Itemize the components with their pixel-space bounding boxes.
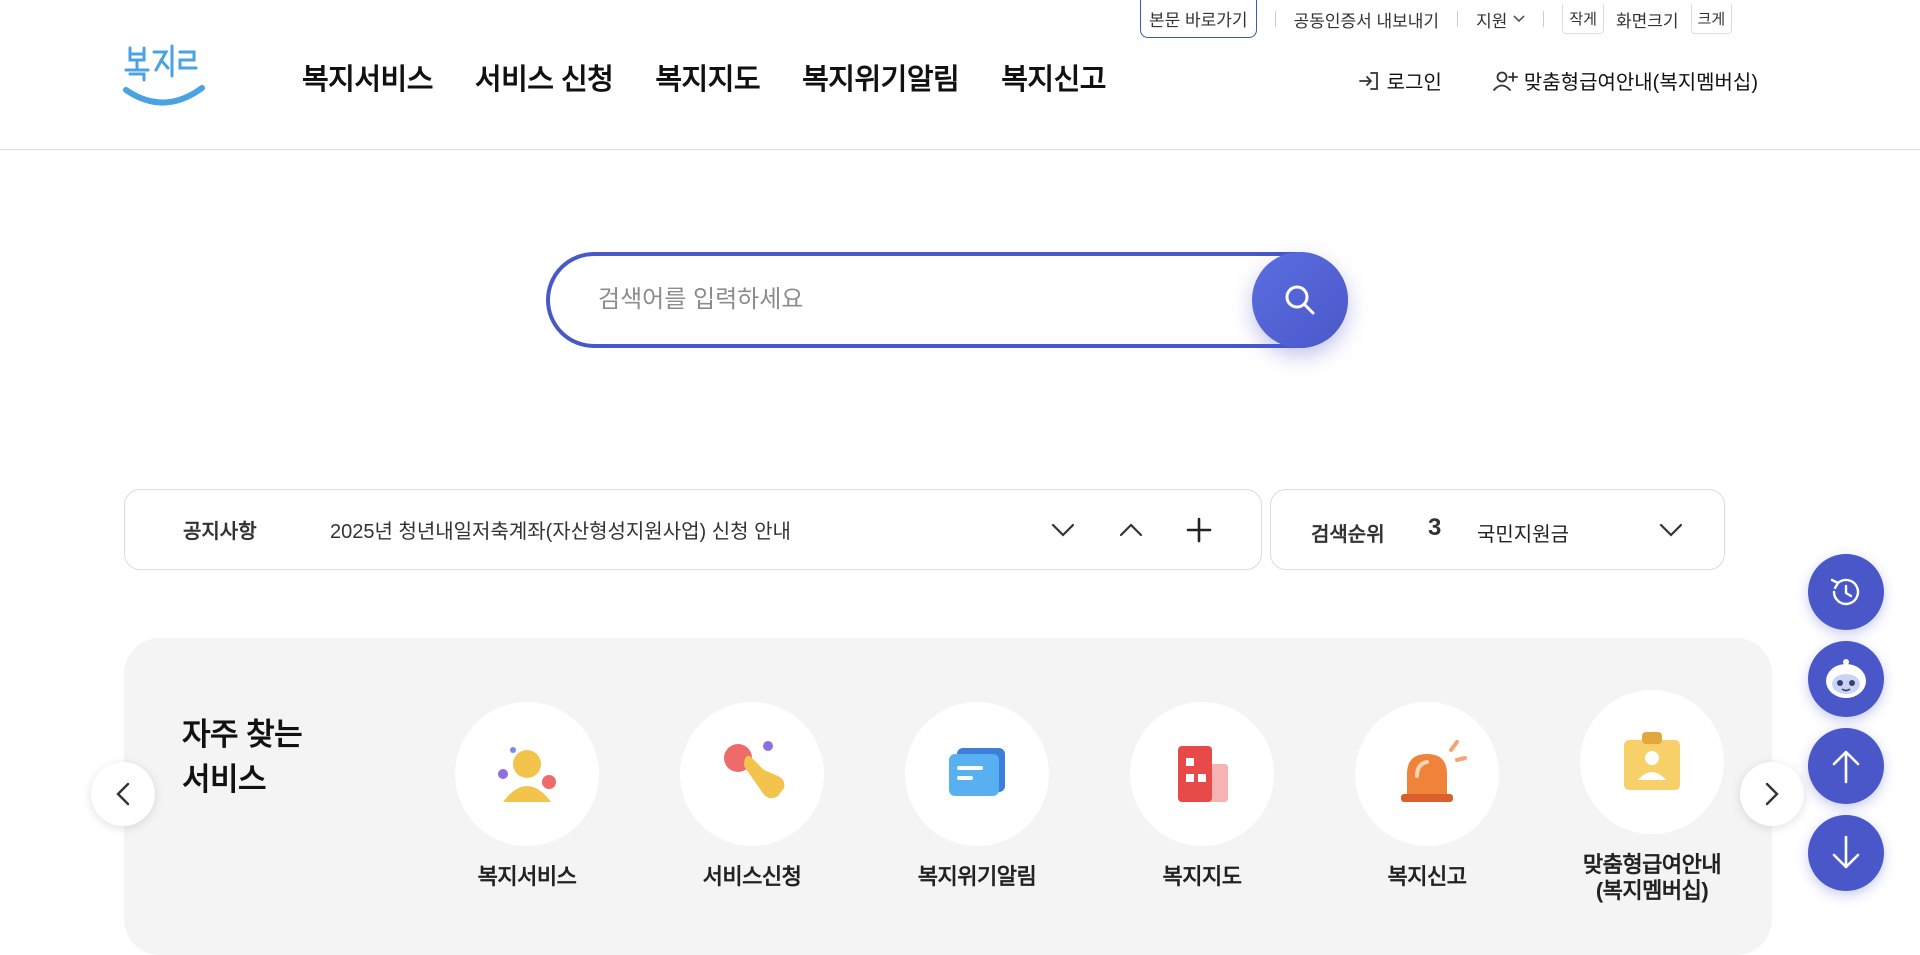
cert-export-link[interactable]: 공동인증서 내보내기 (1294, 7, 1439, 32)
login-label: 로그인 (1386, 72, 1442, 94)
notice-bar: 공지사항 2025년 청년내일저축계좌(자산형성지원사업) 신청 안내 (124, 489, 1262, 570)
chatbot-button[interactable] (1808, 641, 1884, 717)
ranking-number: 3 (1428, 514, 1442, 541)
nav-item-service-apply[interactable]: 서비스 신청 (475, 56, 614, 98)
notice-text-link[interactable]: 2025년 청년내일저축계좌(자산형성지원사업) 신청 안내 (330, 515, 791, 544)
user-plus-icon (1492, 71, 1518, 91)
divider (1543, 11, 1545, 27)
main-navigation: 복지서비스 서비스 신청 복지지도 복지위기알림 복지신고 (302, 56, 1106, 98)
service-label: 복지서비스 (477, 864, 577, 889)
service-item-crisis-alert[interactable]: 복지위기알림 (887, 702, 1067, 890)
service-icon-circle (1580, 690, 1724, 834)
service-icon-circle (1130, 702, 1274, 846)
arrow-down-icon (1832, 835, 1860, 869)
font-size-large-button[interactable]: 크게 (1690, 4, 1733, 34)
membership-link[interactable]: 맞춤형급여안내(복지멤버십) (1492, 66, 1758, 95)
nav-item-crisis-alert[interactable]: 복지위기알림 (802, 56, 960, 98)
search-button[interactable] (1252, 252, 1348, 348)
ranking-keyword-link[interactable]: 국민지원금 (1477, 518, 1569, 547)
skip-to-content-link[interactable]: 본문 바로가기 (1140, 0, 1257, 38)
nav-item-welfare-service[interactable]: 복지서비스 (302, 56, 433, 98)
search-icon (1285, 285, 1315, 315)
site-logo[interactable] (122, 40, 206, 112)
siren-icon (1401, 740, 1467, 802)
service-item-report[interactable]: 복지신고 (1337, 702, 1517, 890)
id-card-icon (1624, 732, 1680, 790)
service-label: 맞춤형급여안내 (복지멤버십) (1562, 852, 1742, 904)
service-icon-circle (905, 702, 1049, 846)
nav-item-welfare-map[interactable]: 복지지도 (655, 56, 760, 98)
title-line-1: 자주 찾는 (182, 717, 303, 752)
service-icon-circle (1355, 702, 1499, 846)
font-size-label: 화면크기 (1615, 11, 1679, 31)
ranking-label: 검색순위 (1311, 524, 1385, 546)
person-icon (498, 747, 556, 802)
notice-prev-button[interactable] (1113, 512, 1149, 548)
building-icon (1178, 746, 1228, 802)
header-divider (0, 149, 1920, 150)
scroll-bottom-button[interactable] (1808, 815, 1884, 891)
notice-next-button[interactable] (1045, 512, 1081, 548)
plus-icon (1186, 517, 1212, 542)
service-label: 복지위기알림 (917, 864, 1037, 889)
chevron-right-icon (1765, 782, 1779, 806)
chevron-down-icon (1513, 15, 1525, 23)
login-link[interactable]: 로그인 (1357, 66, 1442, 95)
scroll-top-button[interactable] (1808, 728, 1884, 804)
service-label: 서비스신청 (702, 864, 802, 889)
hand-tap-icon (724, 741, 785, 799)
service-label-line-1: 맞춤형급여안내 (1582, 852, 1722, 877)
nav-item-welfare-report[interactable]: 복지신고 (1001, 56, 1106, 98)
service-label: 복지지도 (1162, 864, 1242, 889)
utility-bar: 본문 바로가기 공동인증서 내보내기 지원 작게 화면크기 크게 (1140, 0, 1733, 38)
search-input[interactable] (598, 256, 1238, 344)
search-box (546, 252, 1348, 348)
service-item-apply[interactable]: 서비스신청 (662, 702, 842, 890)
service-label-line-2: (복지멤버십) (1595, 878, 1709, 903)
divider (1457, 11, 1459, 27)
header-actions: 로그인 맞춤형급여안내(복지멤버십) (1357, 66, 1758, 95)
ranking-expand-button[interactable] (1653, 512, 1689, 548)
chevron-left-icon (116, 782, 130, 806)
history-icon (1830, 578, 1860, 606)
service-label: 복지신고 (1387, 864, 1467, 889)
message-icon (949, 748, 1005, 796)
search-ranking-bar: 검색순위 3 국민지원금 (1270, 489, 1725, 570)
service-item-welfare-map[interactable]: 복지지도 (1112, 702, 1292, 890)
support-dropdown[interactable]: 지원 (1476, 7, 1525, 32)
title-line-2: 서비스 (182, 762, 267, 797)
chevron-up-icon (1119, 522, 1143, 536)
service-item-membership[interactable]: 맞춤형급여안내 (복지멤버십) (1562, 690, 1742, 904)
membership-label: 맞춤형급여안내(복지멤버십) (1523, 72, 1758, 94)
bokjiro-logo-icon (123, 44, 205, 106)
divider (1274, 11, 1276, 27)
login-icon (1358, 71, 1378, 90)
carousel-prev-button[interactable] (91, 762, 155, 826)
chevron-down-icon (1659, 523, 1683, 537)
font-size-small-button[interactable]: 작게 (1562, 4, 1604, 34)
recent-history-button[interactable] (1808, 554, 1884, 630)
chatbot-icon (1826, 659, 1866, 698)
support-label: 지원 (1476, 11, 1508, 31)
arrow-up-icon (1832, 750, 1860, 784)
frequent-services-title: 자주 찾는 서비스 (182, 712, 303, 802)
service-icon-circle (455, 702, 599, 846)
chevron-down-icon (1051, 523, 1075, 537)
notice-label: 공지사항 (183, 521, 257, 543)
service-item-welfare[interactable]: 복지서비스 (437, 702, 617, 890)
carousel-next-button[interactable] (1740, 762, 1804, 826)
notice-more-button[interactable] (1181, 512, 1217, 548)
service-icon-circle (680, 702, 824, 846)
